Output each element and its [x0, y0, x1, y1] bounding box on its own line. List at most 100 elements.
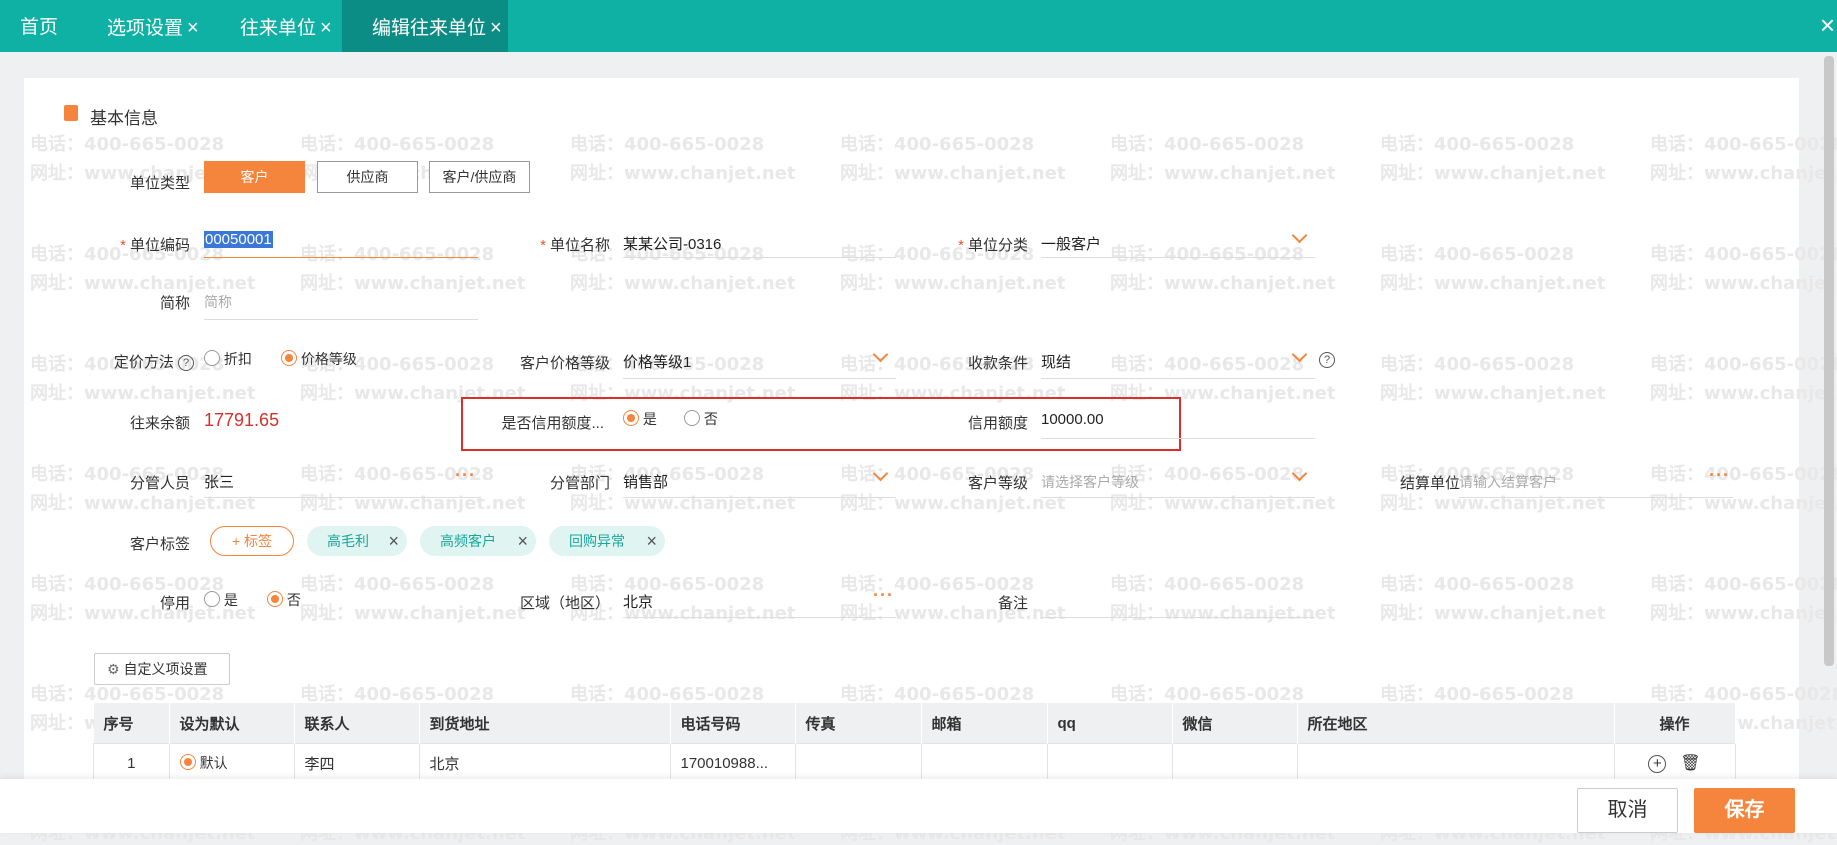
unit-name-input[interactable]: 某某公司-0316	[623, 233, 721, 254]
pricing-level-option[interactable]: 价格等级	[281, 349, 357, 369]
col-region: 所在地区	[1297, 703, 1615, 744]
tab-label: 选项设置	[107, 18, 184, 39]
unit-type-label: 单位类型	[129, 175, 190, 192]
scrollbar[interactable]	[1824, 56, 1834, 666]
price-level-select[interactable]: 价格等级1	[623, 351, 691, 372]
radio-icon	[204, 591, 220, 607]
document-icon	[64, 105, 78, 121]
unit-type-supplier-button[interactable]: 供应商	[317, 161, 418, 193]
unit-type-both-button[interactable]: 客户/供应商	[429, 161, 530, 193]
department-select[interactable]: 销售部	[623, 471, 668, 492]
tab-options[interactable]: 选项设置 ×	[107, 0, 199, 52]
settlement-input[interactable]: 请输入结算客户	[1459, 472, 1557, 492]
cell-default[interactable]: 默认	[168, 743, 295, 783]
custom-settings-label: 自定义项设置	[123, 661, 208, 677]
unit-category-select[interactable]: 一般客户	[1041, 233, 1101, 254]
cell-address[interactable]: 北京	[418, 743, 671, 783]
radio-checked-icon	[623, 410, 639, 426]
col-actions: 操作	[1614, 703, 1736, 744]
balance-label: 往来余额	[129, 415, 190, 432]
cell-actions: + 🗑	[1613, 743, 1736, 783]
disabled-yes-option[interactable]: 是	[204, 590, 238, 610]
unit-name-underline	[623, 257, 896, 258]
close-icon[interactable]: ×	[646, 526, 657, 556]
add-row-icon[interactable]: +	[1648, 755, 1667, 773]
col-contact: 联系人	[294, 703, 420, 744]
col-wechat: 微信	[1172, 703, 1298, 744]
settlement-underline	[1459, 497, 1733, 498]
payment-terms-select[interactable]: 现结	[1041, 351, 1071, 372]
close-icon[interactable]: ×	[320, 17, 332, 39]
radio-checked-icon	[281, 350, 297, 366]
credit-enabled-no-option[interactable]: 否	[684, 409, 718, 429]
tag-chip: 高频客户 ×	[420, 526, 536, 556]
col-email: 邮箱	[921, 703, 1048, 744]
help-icon[interactable]: ?	[178, 355, 194, 371]
cell-qq[interactable]	[1046, 743, 1173, 783]
department-label: 分管部门	[549, 475, 610, 492]
balance-value: 17791.65	[204, 410, 280, 430]
unit-type-customer-button[interactable]: 客户	[204, 161, 305, 193]
tab-partners[interactable]: 往来单位 ×	[240, 0, 332, 52]
unit-category-underline	[1041, 257, 1315, 258]
credit-limit-input[interactable]: 10000.00	[1041, 411, 1104, 428]
pricing-discount-option[interactable]: 折扣	[204, 349, 252, 369]
more-icon[interactable]: ···	[1709, 465, 1730, 486]
disabled-no-option[interactable]: 否	[267, 590, 301, 610]
region-label: 区域（地区）	[519, 595, 610, 612]
unit-category-label: * 单位分类	[958, 237, 1028, 254]
unit-code-label: * 单位编码	[120, 237, 190, 254]
col-qq: qq	[1047, 703, 1173, 744]
tag-label: 回购异常	[569, 533, 625, 549]
cancel-button[interactable]: 取消	[1577, 788, 1678, 833]
radio-icon	[204, 350, 220, 366]
trash-icon[interactable]: 🗑	[1680, 755, 1700, 772]
pricing-label: 定价方法 ?	[100, 351, 194, 372]
more-icon[interactable]: ···	[455, 465, 476, 486]
col-address: 到货地址	[419, 703, 671, 744]
credit-enabled-label: 是否信用额度...	[501, 415, 604, 432]
cell-wechat[interactable]	[1171, 743, 1298, 783]
manager-underline	[204, 497, 478, 498]
cell-contact[interactable]: 李四	[293, 743, 420, 783]
region-input[interactable]: 北京	[623, 591, 653, 612]
radio-icon	[684, 410, 700, 426]
close-icon[interactable]: ×	[517, 526, 528, 556]
price-level-label: 客户价格等级	[519, 355, 610, 372]
close-icon[interactable]: ×	[388, 526, 399, 556]
radio-checked-icon	[267, 591, 283, 607]
unit-code-input[interactable]: 00050001	[204, 231, 273, 248]
remark-underline	[1041, 617, 1315, 618]
tab-label: 编辑往来单位	[372, 18, 487, 39]
manager-input[interactable]: 张三	[204, 471, 234, 492]
cell-fax[interactable]	[794, 743, 922, 783]
more-icon[interactable]: ···	[873, 585, 894, 606]
save-button[interactable]: 保存	[1694, 788, 1795, 833]
short-name-input[interactable]: 简称	[204, 292, 232, 312]
department-underline	[623, 497, 896, 498]
tab-label: 首页	[20, 17, 59, 38]
col-default: 设为默认	[169, 703, 295, 744]
contacts-table: 序号 设为默认 联系人 到货地址 电话号码 传真 邮箱 qq 微信 所在地区 操…	[93, 703, 1736, 783]
radio-checked-icon	[179, 754, 196, 770]
close-icon[interactable]: ×	[187, 17, 199, 39]
customer-level-select[interactable]: 请选择客户等级	[1041, 472, 1139, 492]
manager-label: 分管人员	[129, 475, 190, 492]
custom-settings-button[interactable]: ⚙ 自定义项设置	[94, 653, 230, 685]
region-underline	[623, 617, 896, 618]
payment-terms-underline	[1041, 378, 1315, 379]
cell-email[interactable]	[920, 743, 1048, 783]
unit-name-label: * 单位名称	[540, 237, 610, 254]
payment-terms-label: 收款条件	[967, 355, 1028, 372]
add-tag-button[interactable]: + 标签	[210, 526, 294, 556]
col-fax: 传真	[795, 703, 922, 744]
tab-edit-partner[interactable]: 编辑往来单位 ×	[342, 0, 508, 52]
close-all-icon[interactable]: ×	[1820, 10, 1835, 41]
cell-phone[interactable]: 170010988...	[669, 743, 796, 783]
help-icon[interactable]: ?	[1319, 351, 1335, 368]
close-icon[interactable]: ×	[490, 17, 502, 39]
credit-enabled-yes-option[interactable]: 是	[623, 409, 657, 429]
cell-region[interactable]	[1296, 743, 1615, 783]
tab-home[interactable]: 首页	[20, 0, 58, 52]
cell-index: 1	[93, 743, 170, 783]
